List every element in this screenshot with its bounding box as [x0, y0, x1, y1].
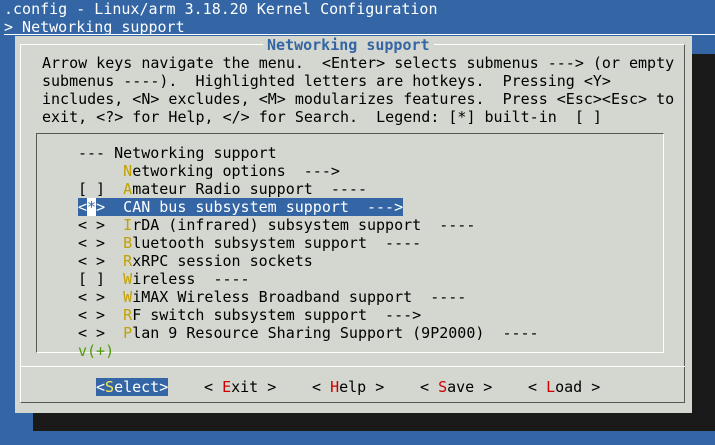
button-bracket: < [204, 378, 223, 396]
item-state: < > [78, 216, 106, 234]
item-label: etworking options ---> [132, 162, 340, 180]
help-button[interactable]: < Help > [312, 378, 384, 396]
menu-item-irda[interactable]: < > IrDA (infrared) subsystem support --… [78, 216, 475, 234]
button-bracket: > [474, 378, 493, 396]
button-bracket: < [420, 378, 439, 396]
button-hotkey: E [222, 378, 232, 396]
help-text-line: Arrow keys navigate the menu. <Enter> se… [42, 54, 675, 72]
item-state: < > [78, 234, 106, 252]
help-text-line: exit, <?> for Help, </> for Search. Lege… [42, 108, 602, 126]
menu-item-wireless[interactable]: [ ] Wireless ---- [78, 270, 250, 288]
menu-item-plan9[interactable]: < > Plan 9 Resource Sharing Support (9P2… [78, 324, 539, 342]
item-state: < > [78, 252, 106, 270]
menu-item-rxrpc[interactable]: < > RxRPC session sockets [78, 252, 313, 270]
menu-item-can-bus[interactable]: <*> CAN bus subsystem support ---> [78, 198, 404, 216]
menu-item-networking-options[interactable]: Networking options ---> [78, 162, 340, 180]
item-state: [ ] [78, 180, 106, 198]
item-hotkey: B [123, 234, 133, 252]
exit-button[interactable]: < Exit > [204, 378, 276, 396]
item-label: xRPC session sockets [132, 252, 313, 270]
item-state [78, 162, 105, 180]
item-label: ireless ---- [132, 270, 250, 288]
item-label: AN bus subsystem support ---> [132, 198, 404, 216]
button-hotkey: S [438, 378, 448, 396]
menu-item-rf-switch[interactable]: < > RF switch subsystem support ---> [78, 306, 421, 324]
menu-header: --- Networking support [78, 144, 277, 162]
item-state: < > [78, 288, 106, 306]
item-label: F switch subsystem support ---> [132, 306, 422, 324]
item-hotkey: W [123, 288, 133, 306]
item-hotkey: P [123, 324, 133, 342]
save-button[interactable]: < Save > [420, 378, 492, 396]
item-label: mateur Radio support ---- [132, 180, 367, 198]
item-hotkey: I [123, 216, 133, 234]
button-label: ave [447, 378, 475, 396]
button-hotkey: S [105, 378, 115, 396]
item-state: < > [78, 324, 106, 342]
item-label: lan 9 Resource Sharing Support (9P2000) … [132, 324, 539, 342]
item-hotkey: A [123, 180, 133, 198]
button-bracket: > [366, 378, 385, 396]
window-title: .config - Linux/arm 3.18.20 Kernel Confi… [4, 0, 438, 18]
item-label: rDA (infrared) subsystem support ---- [132, 216, 476, 234]
button-bracket: < [528, 378, 547, 396]
button-divider [20, 366, 685, 367]
load-button[interactable]: < Load > [528, 378, 600, 396]
item-hotkey: N [123, 162, 133, 180]
button-hotkey: H [330, 378, 340, 396]
item-state: <*> [78, 198, 106, 216]
button-label: elect [114, 378, 160, 396]
dialog-title: Networking support [263, 36, 434, 54]
help-text-line: submenus ----). Highlighted letters are … [42, 72, 611, 90]
item-hotkey: W [123, 270, 133, 288]
menu-item-amateur-radio[interactable]: [ ] Amateur Radio support ---- [78, 180, 367, 198]
item-label: luetooth subsystem support ---- [132, 234, 422, 252]
cursor: * [87, 198, 97, 216]
breadcrumb-divider [4, 34, 715, 35]
help-text-line: includes, <N> excludes, <M> modularizes … [42, 90, 675, 108]
menuconfig-dialog: Networking support Arrow keys navigate t… [15, 36, 692, 413]
button-label: elp [339, 378, 367, 396]
button-bracket: < [312, 378, 331, 396]
item-state: < > [78, 306, 106, 324]
menu-item-bluetooth[interactable]: < > Bluetooth subsystem support ---- [78, 234, 421, 252]
item-hotkey: C [123, 198, 133, 216]
item-hotkey: R [123, 306, 133, 324]
item-state: [ ] [78, 270, 106, 288]
item-label: iMAX Wireless Broadband support ---- [132, 288, 467, 306]
button-bracket: < [96, 378, 106, 396]
button-bracket: > [159, 378, 169, 396]
button-label: oad [555, 378, 583, 396]
select-button[interactable]: <Select> [96, 378, 169, 396]
scroll-more-indicator: v(+) [78, 342, 115, 360]
menu-item-wimax[interactable]: < > WiMAX Wireless Broadband support ---… [78, 288, 466, 306]
button-bracket: > [582, 378, 601, 396]
button-hotkey: L [546, 378, 556, 396]
button-label: xit [231, 378, 259, 396]
button-bracket: > [258, 378, 277, 396]
item-hotkey: R [123, 252, 133, 270]
